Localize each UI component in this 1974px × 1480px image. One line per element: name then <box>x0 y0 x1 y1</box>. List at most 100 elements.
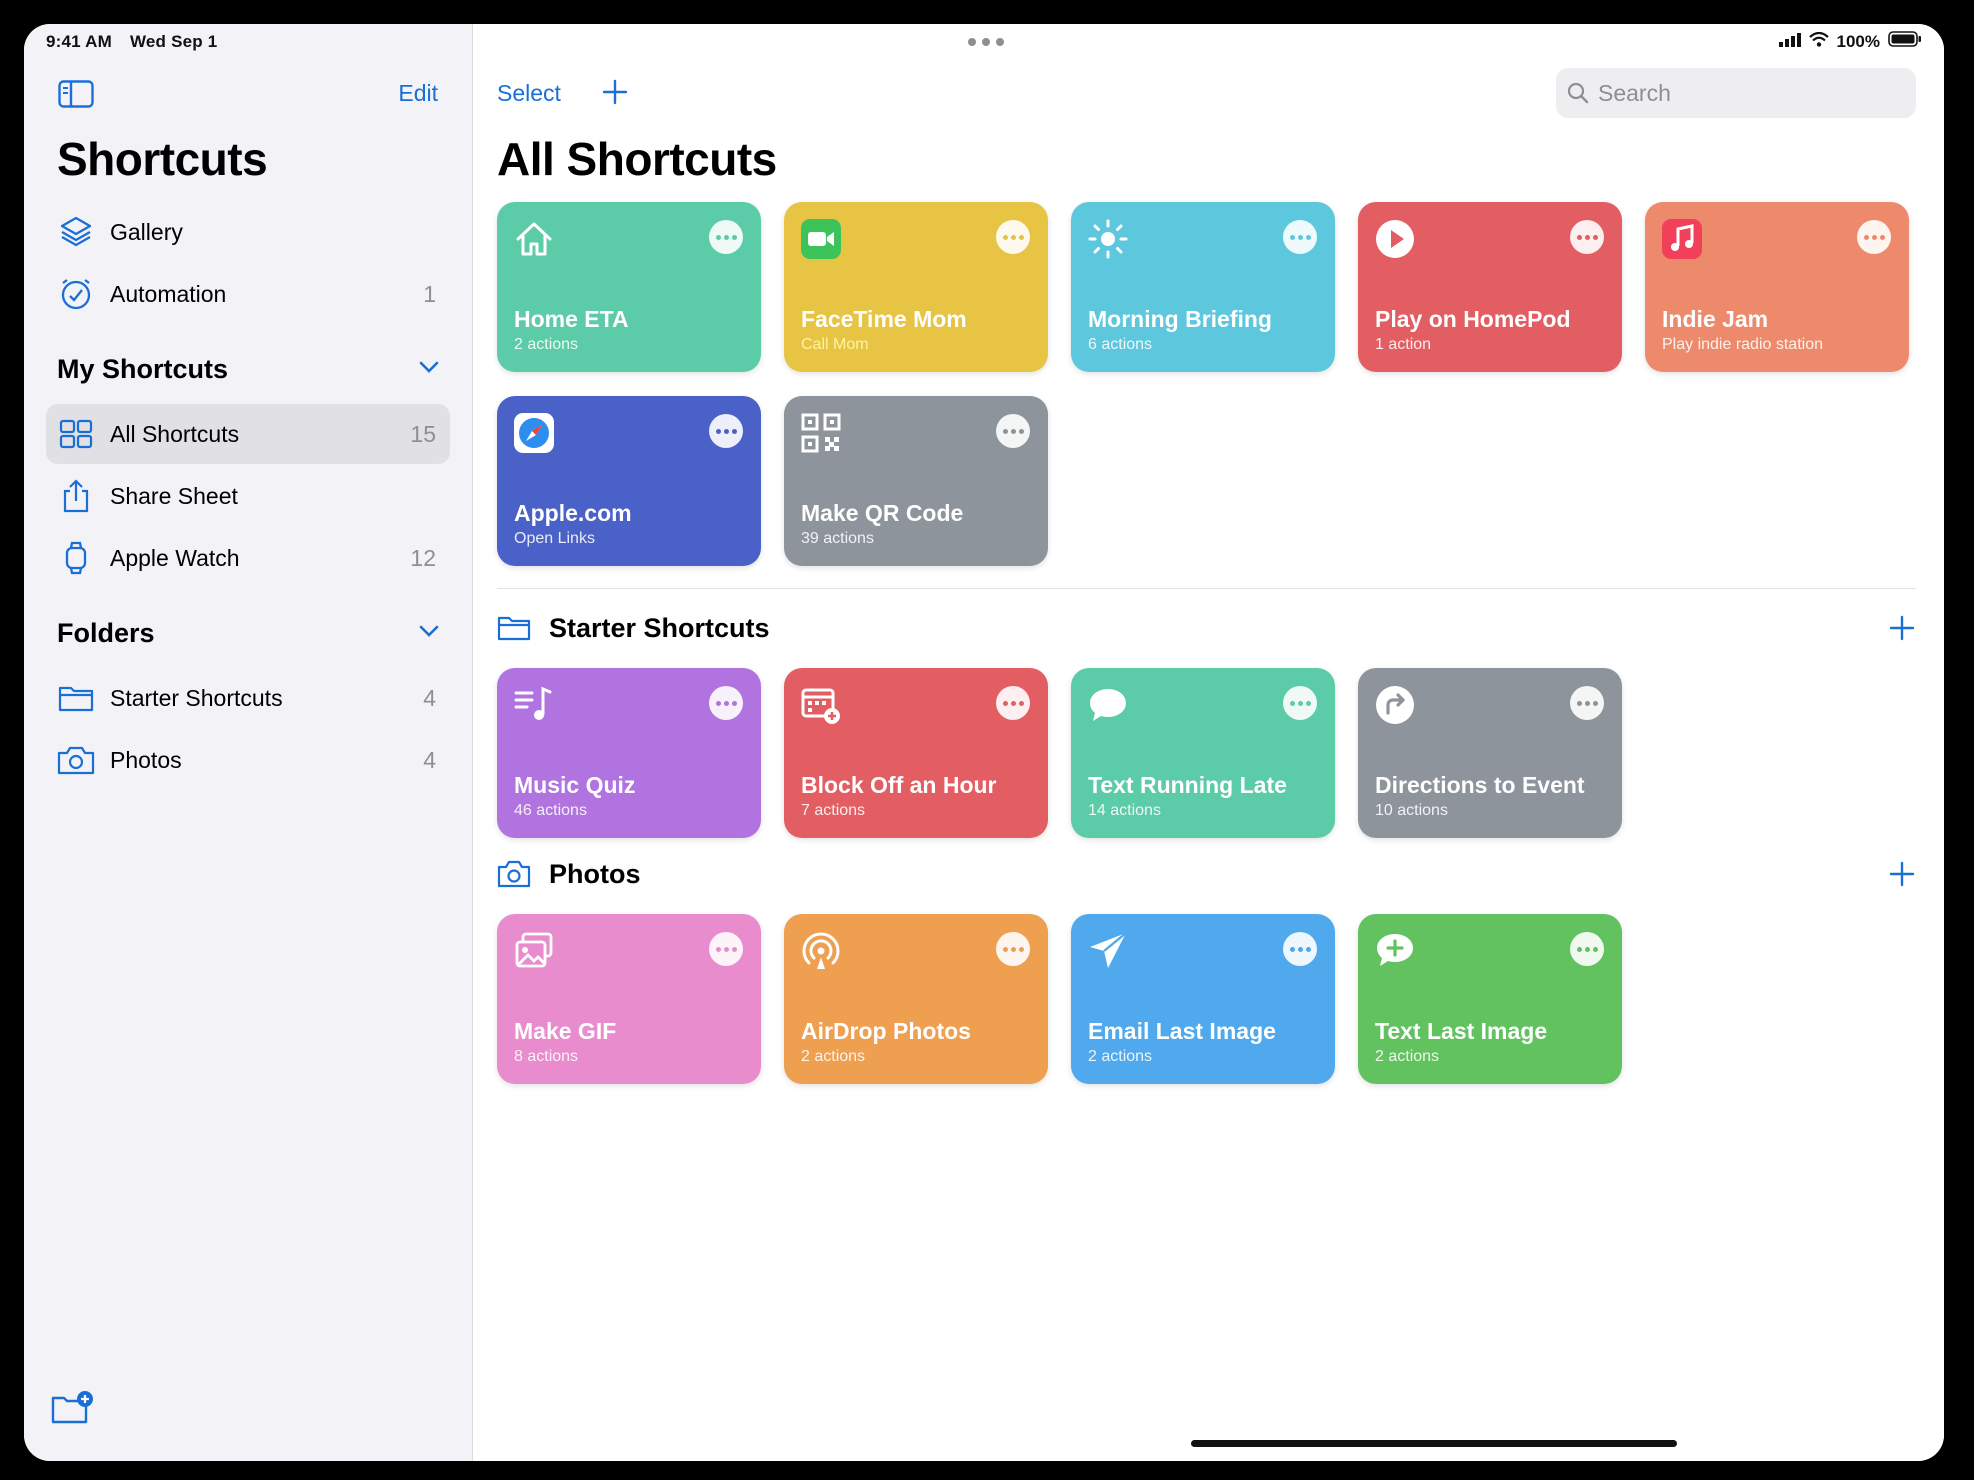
shortcut-tile-make-gif[interactable]: Make GIF 8 actions <box>497 914 761 1084</box>
gallery-icon <box>56 212 96 252</box>
more-options-icon[interactable] <box>709 414 743 448</box>
share-icon <box>56 476 96 516</box>
shortcut-title: Apple.com <box>514 500 632 526</box>
more-options-icon[interactable] <box>709 686 743 720</box>
more-options-icon[interactable] <box>1570 932 1604 966</box>
status-date: Wed Sep 1 <box>129 32 218 51</box>
more-options-icon[interactable] <box>1570 220 1604 254</box>
sidebar-item-apple-watch[interactable]: Apple Watch 12 <box>46 528 450 588</box>
house-icon <box>513 218 555 260</box>
section-divider <box>497 588 1916 589</box>
shortcut-tile-directions-to-event[interactable]: Directions to Event 10 actions <box>1358 668 1622 838</box>
more-options-icon[interactable] <box>1283 220 1317 254</box>
sidebar-item-starter-shortcuts[interactable]: Starter Shortcuts 4 <box>46 668 450 728</box>
folder-icon <box>56 678 96 718</box>
shortcut-subtitle: 2 actions <box>1088 1048 1153 1065</box>
shortcut-tile-home-eta[interactable]: Home ETA 2 actions <box>497 202 761 372</box>
sidebar-item-label: Automation <box>110 280 227 307</box>
shortcut-tile-block-off-an-hour[interactable]: Block Off an Hour 7 actions <box>784 668 1048 838</box>
shortcut-tile-text-last-image[interactable]: Text Last Image 2 actions <box>1358 914 1622 1084</box>
shortcut-title: Text Running Late <box>1088 772 1287 798</box>
camera-icon <box>56 740 96 780</box>
shortcut-title: Block Off an Hour <box>801 772 997 798</box>
sidebar-item-count: 4 <box>423 746 436 773</box>
search-input[interactable] <box>1596 78 1900 108</box>
shortcut-subtitle: 14 actions <box>1088 802 1161 819</box>
shortcut-tile-airdrop-photos[interactable]: AirDrop Photos 2 actions <box>784 914 1048 1084</box>
edit-button[interactable]: Edit <box>398 80 438 107</box>
folders-chevron-down-icon[interactable] <box>418 624 440 643</box>
shortcut-title: AirDrop Photos <box>801 1018 971 1044</box>
more-options-icon[interactable] <box>996 932 1030 966</box>
shortcut-title: Play on HomePod <box>1375 306 1571 332</box>
starter-shortcuts-grid: Music Quiz 46 actions Block Off an Hour 7 a… <box>497 668 1909 838</box>
add-shortcut-icon[interactable] <box>601 78 629 111</box>
more-options-icon[interactable] <box>996 414 1030 448</box>
shortcut-tile-email-last-image[interactable]: Email Last Image 2 actions <box>1071 914 1335 1084</box>
shortcut-tile-text-running-late[interactable]: Text Running Late 14 actions <box>1071 668 1335 838</box>
sidebar-item-label: Share Sheet <box>110 482 238 509</box>
shortcut-title: Make GIF <box>514 1018 617 1044</box>
my-shortcuts-chevron-down-icon[interactable] <box>418 360 440 379</box>
shortcut-title: Indie Jam <box>1662 306 1769 332</box>
search-field[interactable] <box>1556 68 1916 118</box>
more-options-icon[interactable] <box>1570 686 1604 720</box>
shortcut-tile-music-quiz[interactable]: Music Quiz 46 actions <box>497 668 761 838</box>
shortcut-subtitle: 46 actions <box>514 802 587 819</box>
sidebar-item-all-shortcuts[interactable]: All Shortcuts 15 <box>46 404 450 464</box>
ipad-screen: 9:41 AM Wed Sep 1 Edit Shortcuts Gallery … <box>24 24 1944 1461</box>
new-folder-icon[interactable] <box>50 1390 94 1431</box>
folder-name: Starter Shortcuts <box>549 612 770 643</box>
sidebar-item-label: Starter Shortcuts <box>110 684 283 711</box>
grid-icon <box>56 414 96 454</box>
more-options-icon[interactable] <box>709 220 743 254</box>
all-shortcuts-grid: Home ETA 2 actions FaceTime Mom Call Mom Mor… <box>497 202 1909 566</box>
shortcut-subtitle: Play indie radio station <box>1662 336 1823 353</box>
shortcut-title: Morning Briefing <box>1088 306 1272 332</box>
sidebar-item-label: All Shortcuts <box>110 420 240 447</box>
select-button[interactable]: Select <box>497 80 561 107</box>
sidebar-item-gallery[interactable]: Gallery <box>46 202 450 262</box>
sidebar-item-photos[interactable]: Photos 4 <box>46 730 450 790</box>
shortcut-tile-morning-briefing[interactable]: Morning Briefing 6 actions <box>1071 202 1335 372</box>
speech-bubble-icon <box>1087 684 1129 726</box>
calendar-add-icon <box>800 684 842 726</box>
photos-icon <box>513 930 555 972</box>
my-shortcuts-header: My Shortcuts <box>57 354 229 384</box>
sidebar-item-share-sheet[interactable]: Share Sheet <box>46 466 450 526</box>
folder-name: Photos <box>549 858 641 889</box>
photos-grid: Make GIF 8 actions AirDrop Photos 2 actions… <box>497 914 1909 1084</box>
sidebar: 9:41 AM Wed Sep 1 Edit Shortcuts Gallery … <box>24 24 473 1461</box>
folder-header-photos: Photos <box>497 854 1916 894</box>
battery-percent: 100% <box>1836 31 1880 51</box>
more-options-icon[interactable] <box>709 932 743 966</box>
sidebar-toggle-icon[interactable] <box>58 80 94 113</box>
more-options-icon[interactable] <box>1857 220 1891 254</box>
play-icon <box>1374 218 1416 260</box>
add-to-folder-icon[interactable] <box>1888 614 1916 642</box>
more-options-icon[interactable] <box>996 686 1030 720</box>
shortcut-title: FaceTime Mom <box>801 306 967 332</box>
main-content: 100% Select All Shortcuts Home ETA 2 acti… <box>473 24 1944 1461</box>
shortcut-subtitle: Open Links <box>514 530 595 547</box>
shortcut-tile-apple-com[interactable]: Apple.com Open Links <box>497 396 761 566</box>
more-options-icon[interactable] <box>996 220 1030 254</box>
shortcut-tile-play-on-homepod[interactable]: Play on HomePod 1 action <box>1358 202 1622 372</box>
shortcut-subtitle: Call Mom <box>801 336 869 353</box>
multitasking-dots-icon[interactable] <box>968 38 1004 46</box>
more-options-icon[interactable] <box>1283 932 1317 966</box>
automation-clock-icon <box>56 274 96 314</box>
add-to-folder-icon[interactable] <box>1888 860 1916 888</box>
sidebar-item-count: 12 <box>410 544 436 571</box>
shortcut-subtitle: 7 actions <box>801 802 866 819</box>
shortcut-tile-make-qr-code[interactable]: Make QR Code 39 actions <box>784 396 1048 566</box>
shortcut-tile-facetime-mom[interactable]: FaceTime Mom Call Mom <box>784 202 1048 372</box>
home-indicator[interactable] <box>1191 1440 1677 1447</box>
shortcut-subtitle: 1 action <box>1375 336 1432 353</box>
more-options-icon[interactable] <box>1283 686 1317 720</box>
sidebar-item-automation[interactable]: Automation 1 <box>46 264 450 324</box>
wifi-icon <box>1808 31 1829 52</box>
sidebar-item-count: 1 <box>423 280 436 307</box>
shortcut-tile-indie-jam[interactable]: Indie Jam Play indie radio station <box>1645 202 1909 372</box>
shortcut-subtitle: 8 actions <box>514 1048 579 1065</box>
